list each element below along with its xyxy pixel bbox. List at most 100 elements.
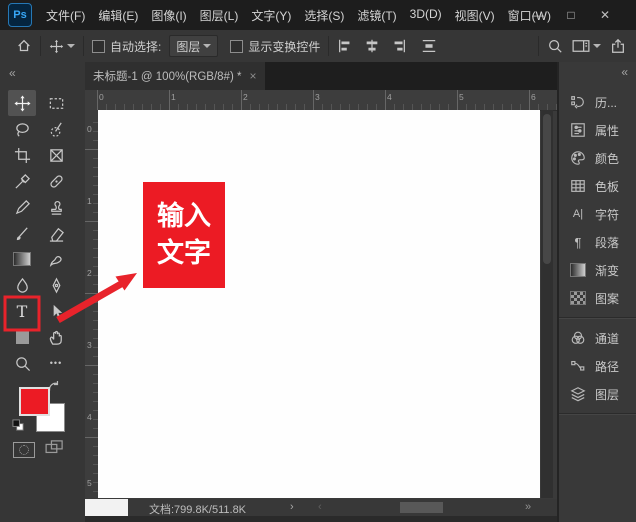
divider bbox=[328, 36, 329, 56]
tools-panel: « bbox=[0, 62, 86, 522]
default-colors-icon[interactable] bbox=[12, 419, 25, 437]
panel-tab-layers[interactable]: 图层 bbox=[559, 380, 636, 408]
panel-tab-properties[interactable]: 属性 bbox=[559, 116, 636, 144]
search-icon[interactable] bbox=[547, 38, 563, 54]
canvas[interactable]: 输入 文字 bbox=[98, 110, 540, 498]
distribute-icon[interactable] bbox=[421, 38, 437, 54]
gradient-tool[interactable] bbox=[8, 246, 36, 272]
blur-tool[interactable] bbox=[8, 272, 36, 298]
type-tool[interactable]: T bbox=[8, 298, 36, 324]
align-center-icon[interactable] bbox=[364, 38, 380, 54]
panel-tab-label: 颜色 bbox=[595, 150, 619, 167]
collapse-panels-icon[interactable]: « bbox=[621, 65, 628, 79]
panel-tab-pattern[interactable]: 图案 bbox=[559, 284, 636, 312]
ruler-number: 4 bbox=[387, 92, 392, 102]
align-left-icon[interactable] bbox=[337, 38, 353, 54]
gradient-icon bbox=[568, 263, 588, 277]
spot-healing-brush-tool[interactable] bbox=[42, 168, 70, 194]
ruler-number: 5 bbox=[87, 478, 92, 488]
hand-tool[interactable] bbox=[42, 324, 70, 350]
paths-icon bbox=[568, 358, 588, 374]
document-size-info: 文档:799.8K/511.8K bbox=[149, 501, 246, 517]
close-tab-icon[interactable]: × bbox=[249, 69, 256, 83]
path-selection-tool[interactable] bbox=[42, 298, 70, 324]
menu-type[interactable]: 文字(Y) bbox=[251, 7, 291, 24]
home-icon[interactable] bbox=[16, 38, 32, 54]
history-brush-tool[interactable] bbox=[8, 220, 36, 246]
pen-tool[interactable] bbox=[42, 272, 70, 298]
status-back-icon[interactable]: ‹ bbox=[318, 501, 322, 513]
show-transform-checkbox[interactable] bbox=[230, 40, 243, 53]
horizontal-scrollbar-thumb[interactable] bbox=[400, 502, 443, 513]
menu-select[interactable]: 选择(S) bbox=[304, 7, 344, 24]
clone-stamp-tool[interactable] bbox=[42, 194, 70, 220]
panel-tab-swatches[interactable]: 色板 bbox=[559, 172, 636, 200]
maximize-button[interactable]: □ bbox=[558, 0, 584, 30]
minimize-button[interactable]: — bbox=[525, 0, 551, 30]
panel-tab-color[interactable]: 颜色 bbox=[559, 144, 636, 172]
edit-toolbar-icon[interactable]: ••• bbox=[42, 350, 70, 376]
eraser-tool[interactable] bbox=[42, 220, 70, 246]
collapse-tools-icon[interactable]: « bbox=[9, 66, 16, 80]
menu-view[interactable]: 视图(V) bbox=[455, 7, 495, 24]
status-bar: 文档:799.8K/511.8K › ‹ » bbox=[85, 499, 557, 516]
horizontal-ruler: 0 1 2 3 4 5 6 bbox=[85, 90, 557, 110]
rectangle-tool[interactable] bbox=[8, 324, 36, 350]
smudge-tool[interactable] bbox=[42, 246, 70, 272]
menu-layer[interactable]: 图层(L) bbox=[200, 7, 239, 24]
panel-tab-history[interactable]: 历... bbox=[559, 88, 636, 116]
move-tool-icon[interactable] bbox=[49, 39, 64, 54]
auto-select-dropdown[interactable]: 图层 bbox=[169, 35, 218, 57]
ruler-number: 2 bbox=[87, 268, 92, 278]
resize-grip-icon[interactable]: » bbox=[525, 501, 531, 513]
menu-filter[interactable]: 滤镜(T) bbox=[357, 7, 396, 24]
menu-3d[interactable]: 3D(D) bbox=[410, 7, 442, 24]
divider bbox=[538, 36, 539, 56]
zoom-percentage-field[interactable] bbox=[85, 499, 128, 516]
panel-tab-label: 渐变 bbox=[595, 262, 619, 279]
panel-tab-label: 历... bbox=[595, 94, 617, 111]
move-tool[interactable] bbox=[8, 90, 36, 116]
pattern-icon bbox=[568, 291, 588, 305]
auto-select-checkbox[interactable] bbox=[92, 40, 105, 53]
screen-mode-icon[interactable] bbox=[45, 440, 65, 461]
panel-tab-label: 字符 bbox=[595, 206, 619, 223]
quick-selection-tool[interactable] bbox=[42, 116, 70, 142]
panel-tab-channels[interactable]: 通道 bbox=[559, 324, 636, 352]
status-expand-icon[interactable]: › bbox=[290, 501, 294, 513]
eyedropper-tool[interactable] bbox=[8, 168, 36, 194]
scrollbar-thumb[interactable] bbox=[543, 114, 551, 264]
text-line: 输入 bbox=[157, 198, 211, 235]
menu-file[interactable]: 文件(F) bbox=[46, 7, 85, 24]
color-palette-icon bbox=[568, 150, 588, 166]
document-tab[interactable]: 未标题-1 @ 100%(RGB/8#) * × bbox=[85, 62, 265, 90]
close-button[interactable]: ✕ bbox=[592, 0, 618, 30]
frame-tool[interactable] bbox=[42, 142, 70, 168]
pencil-tool[interactable] bbox=[8, 194, 36, 220]
ruler-number: 3 bbox=[87, 340, 92, 350]
zoom-tool[interactable] bbox=[8, 350, 36, 376]
tool-grid: T ••• bbox=[8, 90, 70, 376]
workspace-icon[interactable] bbox=[572, 39, 590, 53]
align-right-icon[interactable] bbox=[391, 38, 407, 54]
properties-icon bbox=[568, 122, 588, 138]
panel-tab-paths[interactable]: 路径 bbox=[559, 352, 636, 380]
panel-tab-character[interactable]: A| 字符 bbox=[559, 200, 636, 228]
crop-tool[interactable] bbox=[8, 142, 36, 168]
menu-image[interactable]: 图像(I) bbox=[151, 7, 186, 24]
chevron-down-icon[interactable] bbox=[593, 44, 601, 48]
history-icon bbox=[568, 94, 588, 110]
menu-edit[interactable]: 编辑(E) bbox=[98, 7, 138, 24]
quick-mask-icon[interactable] bbox=[13, 442, 35, 458]
rectangular-marquee-tool[interactable] bbox=[42, 90, 70, 116]
vertical-scrollbar[interactable] bbox=[541, 110, 553, 498]
share-icon[interactable] bbox=[610, 38, 626, 54]
paragraph-icon: ¶ bbox=[568, 235, 588, 250]
show-transform-label: 显示变换控件 bbox=[248, 38, 320, 55]
lasso-tool[interactable] bbox=[8, 116, 36, 142]
panel-tab-gradient[interactable]: 渐变 bbox=[559, 256, 636, 284]
panel-tab-paragraph[interactable]: ¶ 段落 bbox=[559, 228, 636, 256]
chevron-down-icon[interactable] bbox=[67, 44, 75, 48]
document-tab-bar: 未标题-1 @ 100%(RGB/8#) * × bbox=[85, 62, 557, 90]
foreground-color-swatch[interactable] bbox=[19, 387, 50, 416]
